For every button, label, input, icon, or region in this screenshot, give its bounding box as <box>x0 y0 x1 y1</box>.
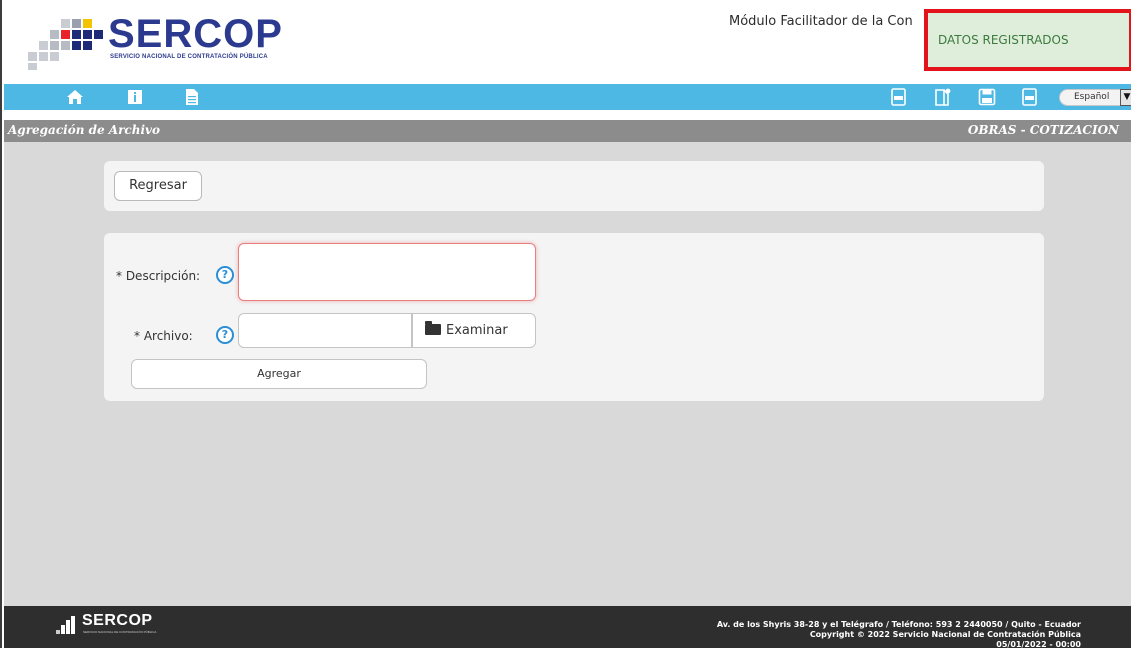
logo-mark-icon <box>28 14 106 70</box>
section-header: Agregación de Archivo OBRAS - COTIZACION <box>4 120 1131 142</box>
module-title: Módulo Facilitador de la Con <box>729 14 913 29</box>
success-toast[interactable]: DATOS REGISTRADOS <box>924 9 1131 71</box>
pdf-icon[interactable] <box>890 88 908 106</box>
page-title: Agregación de Archivo <box>8 123 160 137</box>
info-icon[interactable] <box>126 88 144 106</box>
footer-copyright: Copyright © 2022 Servicio Nacional de Co… <box>809 630 1081 639</box>
app-window: SERCOP SERVICIO NACIONAL DE CONTRATACIÓN… <box>0 0 1131 648</box>
upload-form: * Descripción: ? * Archivo: ? Examinar A… <box>104 233 1044 401</box>
logo-subtitle: SERVICIO NACIONAL DE CONTRATACIÓN PÚBLIC… <box>110 54 268 60</box>
browse-button[interactable]: Examinar <box>412 313 536 348</box>
file-label: * Archivo: <box>134 329 193 343</box>
description-label: * Descripción: <box>116 269 201 283</box>
footer-logo-text: SERCOP <box>82 612 153 629</box>
toolbar: Español ▼ <box>4 84 1131 110</box>
new-document-icon[interactable] <box>933 88 951 106</box>
description-field[interactable] <box>238 243 536 301</box>
document-icon[interactable] <box>183 88 201 106</box>
language-select[interactable]: Español ▼ <box>1059 89 1131 106</box>
pdf-export-icon[interactable] <box>1021 88 1039 106</box>
back-button[interactable]: Regresar <box>114 171 202 201</box>
footer-logo-mark-icon <box>56 616 75 634</box>
footer-address: Av. de los Shyris 38-28 y el Telégrafo /… <box>716 620 1081 629</box>
toast-message: DATOS REGISTRADOS <box>938 33 1069 47</box>
folder-open-icon <box>425 321 441 335</box>
file-path-field[interactable] <box>238 313 412 348</box>
add-button[interactable]: Agregar <box>131 359 427 389</box>
home-icon[interactable] <box>66 88 84 106</box>
main-content: Regresar * Descripción: ? * Archivo: ? E… <box>4 142 1131 606</box>
logo-text: SERCOP <box>108 12 283 56</box>
language-value: Español <box>1074 92 1110 102</box>
browse-label: Examinar <box>446 323 508 338</box>
description-help-icon[interactable]: ? <box>216 266 234 284</box>
back-panel: Regresar <box>104 161 1044 211</box>
footer-logo-subtitle: SERVICIO NACIONAL DE CONTRATACIÓN PÚBLIC… <box>83 630 157 634</box>
file-help-icon[interactable]: ? <box>216 326 234 344</box>
footer-datetime: 05/01/2022 - 00:00 <box>996 640 1081 648</box>
footer: SERCOP SERVICIO NACIONAL DE CONTRATACIÓN… <box>4 606 1131 648</box>
chevron-down-icon[interactable]: ▼ <box>1120 89 1131 106</box>
sercop-logo[interactable]: SERCOP SERVICIO NACIONAL DE CONTRATACIÓN… <box>28 12 298 70</box>
save-icon[interactable] <box>978 88 996 106</box>
process-type: OBRAS - COTIZACION <box>967 123 1119 137</box>
